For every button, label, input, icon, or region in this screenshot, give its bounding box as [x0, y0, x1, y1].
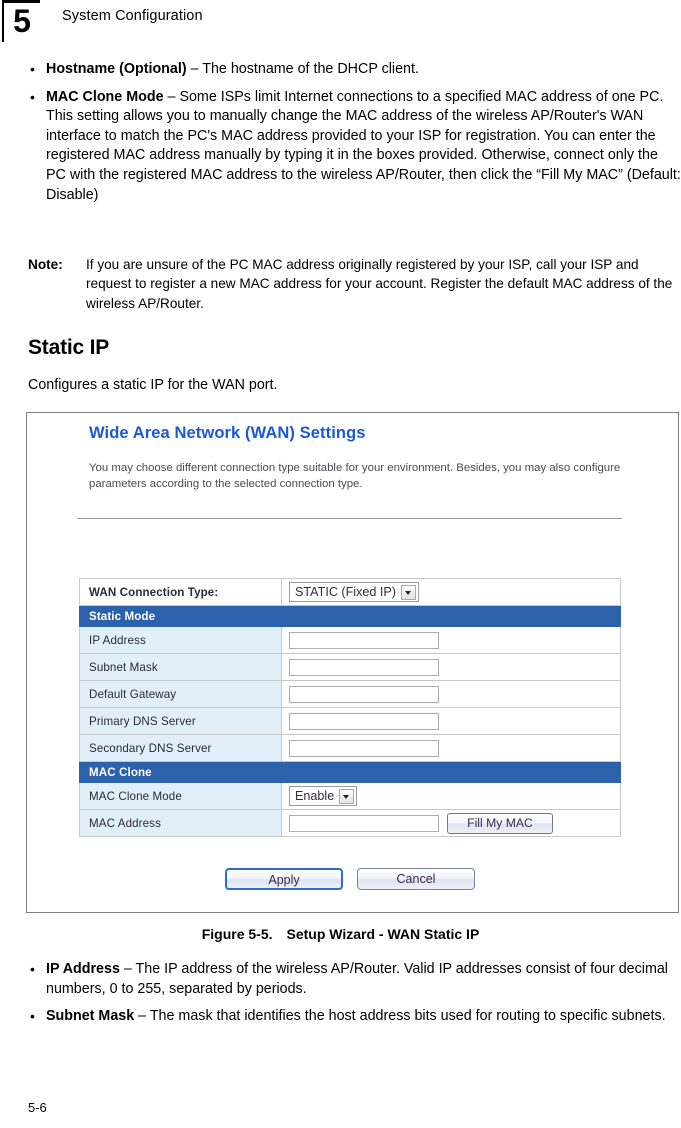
- chevron-down-icon[interactable]: [339, 789, 355, 804]
- note-block: Note: If you are unsure of the PC MAC ad…: [28, 255, 673, 313]
- ip-address-input[interactable]: [289, 631, 439, 649]
- list-item-term: IP Address: [46, 961, 120, 977]
- page-header: 5 System Configuration: [0, 0, 681, 42]
- table-row: Default Gateway: [79, 680, 621, 708]
- default-gateway-input[interactable]: [289, 685, 439, 703]
- bullet-dot: •: [30, 61, 35, 77]
- wan-panel-title: Wide Area Network (WAN) Settings: [89, 424, 366, 442]
- connection-type-label: WAN Connection Type:: [79, 578, 282, 606]
- apply-button[interactable]: Apply: [225, 868, 343, 890]
- section-header-static-mode: Static Mode: [79, 605, 621, 627]
- table-row: MAC Address Fill My MAC: [79, 809, 621, 837]
- mac-clone-mode-label: MAC Clone Mode: [79, 782, 282, 810]
- list-item-text: – The IP address of the wireless AP/Rout…: [46, 961, 668, 997]
- mac-address-label: MAC Address: [79, 809, 282, 837]
- list-item: • MAC Clone Mode – Some ISPs limit Intern…: [28, 88, 681, 206]
- secondary-dns-cell: [281, 734, 621, 762]
- list-item: • Subnet Mask – The mask that identifies …: [28, 1007, 681, 1027]
- secondary-dns-input[interactable]: [289, 739, 439, 757]
- panel-divider: [77, 518, 622, 519]
- wan-connection-type-value: STATIC (Fixed IP): [295, 585, 396, 599]
- bullet-dot: •: [30, 961, 35, 977]
- note-text: If you are unsure of the PC MAC address …: [86, 257, 673, 311]
- cancel-button[interactable]: Cancel: [357, 868, 475, 890]
- primary-dns-input[interactable]: [289, 712, 439, 730]
- table-row: MAC Clone Mode Enable: [79, 782, 621, 810]
- figure-wan-static-ip: Wide Area Network (WAN) Settings You may…: [26, 412, 679, 913]
- ip-address-cell: [281, 626, 621, 654]
- table-row: Subnet Mask: [79, 653, 621, 681]
- list-item-term: Hostname (Optional): [46, 61, 187, 77]
- connection-type-cell: STATIC (Fixed IP): [281, 578, 621, 606]
- table-row: Primary DNS Server: [79, 707, 621, 735]
- list-item-text: – Some ISPs limit Internet connections t…: [46, 88, 681, 203]
- primary-dns-cell: [281, 707, 621, 735]
- section-intro: Configures a static IP for the WAN port.: [28, 377, 278, 393]
- wan-panel-description: You may choose different connection type…: [89, 462, 621, 490]
- mac-address-input[interactable]: [289, 814, 439, 832]
- section-header-static-mode-label: Static Mode: [79, 605, 621, 627]
- page-number: 5-6: [28, 1100, 47, 1115]
- wan-connection-type-select[interactable]: STATIC (Fixed IP): [289, 582, 419, 602]
- note-label: Note:: [28, 257, 63, 272]
- list-item: • Hostname (Optional) – The hostname of t…: [28, 60, 681, 80]
- figure-caption-text: Setup Wizard - WAN Static IP: [286, 926, 480, 942]
- trailing-bullet-list: • IP Address – The IP address of the wire…: [28, 960, 681, 1035]
- chapter-number: 5: [13, 3, 31, 39]
- bullet-dot: •: [30, 1008, 35, 1025]
- ip-address-label: IP Address: [79, 626, 282, 654]
- mac-clone-mode-select[interactable]: Enable: [289, 786, 358, 806]
- mac-clone-mode-cell: Enable: [281, 782, 621, 810]
- list-item-term: MAC Clone Mode: [46, 88, 164, 105]
- figure-caption: Figure 5-5. Setup Wizard - WAN Static IP: [0, 926, 681, 942]
- chevron-down-icon[interactable]: [401, 585, 416, 600]
- wan-settings-table: WAN Connection Type: STATIC (Fixed IP) S…: [79, 578, 621, 837]
- secondary-dns-label: Secondary DNS Server: [79, 734, 282, 762]
- table-row: Secondary DNS Server: [79, 734, 621, 762]
- subnet-mask-label: Subnet Mask: [79, 653, 282, 681]
- default-gateway-cell: [281, 680, 621, 708]
- list-item-term: Subnet Mask: [46, 1008, 135, 1025]
- table-row: IP Address: [79, 626, 621, 654]
- bullet-dot: •: [30, 88, 35, 105]
- figure-number: Figure 5-5.: [201, 926, 273, 942]
- figure-action-bar: Apply Cancel: [79, 868, 621, 890]
- section-header-mac-clone: MAC Clone: [79, 761, 621, 783]
- section-header-mac-clone-label: MAC Clone: [79, 761, 621, 783]
- table-row-connection-type: WAN Connection Type: STATIC (Fixed IP): [79, 578, 621, 606]
- intro-bullet-list: • Hostname (Optional) – The hostname of t…: [28, 60, 681, 213]
- default-gateway-label: Default Gateway: [79, 680, 282, 708]
- subnet-mask-cell: [281, 653, 621, 681]
- list-item-text: – The mask that identifies the host addr…: [134, 1008, 666, 1025]
- section-heading: Static IP: [28, 336, 110, 359]
- subnet-mask-input[interactable]: [289, 658, 439, 676]
- fill-my-mac-button[interactable]: Fill My MAC: [447, 812, 553, 834]
- page-title: System Configuration: [62, 8, 203, 24]
- primary-dns-label: Primary DNS Server: [79, 707, 282, 735]
- list-item-text: – The hostname of the DHCP client.: [186, 61, 419, 77]
- mac-address-cell: Fill My MAC: [281, 809, 621, 837]
- list-item: • IP Address – The IP address of the wire…: [28, 960, 681, 999]
